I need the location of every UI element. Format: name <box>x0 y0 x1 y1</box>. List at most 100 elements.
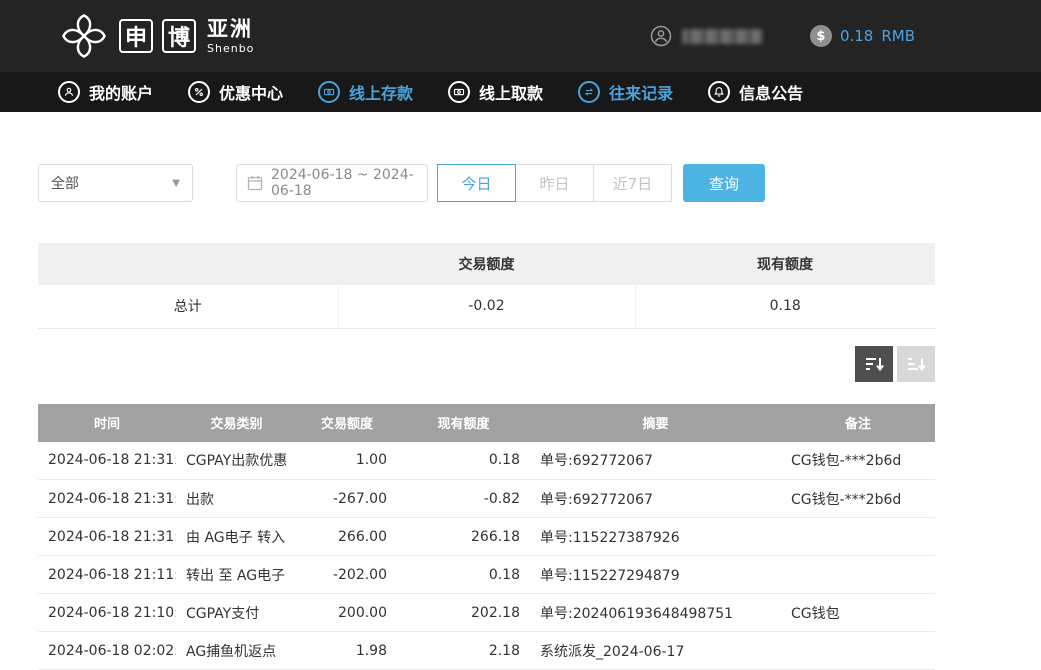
cell-amount: -267.00 <box>297 480 397 518</box>
cell-type: AG捕鱼机返点 <box>176 632 297 670</box>
cell-balance: -0.82 <box>397 480 530 518</box>
brand-subtitle: Shenbo <box>207 43 254 54</box>
records-header-remark: 备注 <box>781 404 935 442</box>
cell-type: CGPAY支付 <box>176 594 297 632</box>
nav-item-label: 我的账户 <box>89 80 153 104</box>
cell-summary: 系统派发_2024-06-17 <box>530 632 781 670</box>
balance[interactable]: $ 0.18 RMB <box>810 25 915 47</box>
flower-logo-icon <box>58 10 110 62</box>
nav-item-announcements[interactable]: 信息公告 <box>708 80 803 104</box>
brand-region: 亚洲 <box>207 19 254 40</box>
sort-controls <box>38 346 935 382</box>
nav-item-online-withdraw[interactable]: 线上取款 <box>448 80 543 104</box>
cell-balance: 0.18 <box>397 442 530 480</box>
calendar-icon <box>247 175 263 191</box>
cell-remark: CG钱包 <box>781 594 935 632</box>
cell-summary: 单号:692772067 <box>530 442 781 480</box>
cell-type: 出款 <box>176 480 297 518</box>
summary-header-empty <box>38 243 338 285</box>
date-range-input[interactable]: 2024-06-18 ~ 2024-06-18 <box>236 164 428 202</box>
content: 全部 ▼ 2024-06-18 ~ 2024-06-18 今日 昨日 近7日 查… <box>38 164 935 670</box>
nav-item-online-deposit[interactable]: 线上存款 <box>318 80 413 104</box>
records-table-body: 2024-06-18 21:31:42CGPAY出款优惠1.000.18单号:6… <box>38 442 935 670</box>
chevron-down-icon: ▼ <box>172 178 180 189</box>
sort-ascending-icon <box>906 355 926 373</box>
brand-logo[interactable]: 申 博 亚洲 Shenbo <box>58 10 254 62</box>
nav-item-promo-center[interactable]: 优惠中心 <box>188 80 283 104</box>
cell-time: 2024-06-18 21:31:42 <box>38 442 176 480</box>
nav-item-my-account[interactable]: 我的账户 <box>58 80 153 104</box>
sort-descending-icon <box>864 355 884 373</box>
cell-summary: 单号:202406193648498751 <box>530 594 781 632</box>
sort-ascending-button[interactable] <box>897 346 935 382</box>
cell-remark <box>781 632 935 670</box>
summary-header-row: 交易额度 现有额度 <box>38 243 935 285</box>
summary-balance-total: 0.18 <box>635 285 935 328</box>
type-select-value: 全部 <box>51 173 79 193</box>
nav-item-label: 往来记录 <box>609 80 673 104</box>
table-row: 2024-06-18 02:02:03AG捕鱼机返点1.982.18系统派发_2… <box>38 632 935 670</box>
cell-time: 2024-06-18 21:10:51 <box>38 594 176 632</box>
table-row: 2024-06-18 21:11:22转出 至 AG电子-202.000.18单… <box>38 556 935 594</box>
summary-transaction-total: -0.02 <box>338 285 635 328</box>
filter-row: 全部 ▼ 2024-06-18 ~ 2024-06-18 今日 昨日 近7日 查… <box>38 164 935 202</box>
nav-item-label: 优惠中心 <box>219 80 283 104</box>
table-row: 2024-06-18 21:31:42出款-267.00-0.82单号:6927… <box>38 480 935 518</box>
sort-descending-button[interactable] <box>855 346 893 382</box>
quick-range-today-button[interactable]: 今日 <box>437 164 516 202</box>
balance-currency: RMB <box>881 27 915 45</box>
cell-time: 2024-06-18 21:11:22 <box>38 556 176 594</box>
records-header-type: 交易类别 <box>176 404 297 442</box>
cell-remark <box>781 518 935 556</box>
cell-remark: CG钱包-***2b6d <box>781 442 935 480</box>
cell-amount: 1.98 <box>297 632 397 670</box>
user-icon <box>650 25 672 47</box>
username-masked <box>682 29 762 44</box>
type-select[interactable]: 全部 ▼ <box>38 164 193 202</box>
records-header-row: 时间 交易类别 交易额度 现有额度 摘要 备注 <box>38 404 935 442</box>
summary-table: 交易额度 现有额度 总计 -0.02 0.18 <box>38 243 935 329</box>
bell-icon <box>708 81 730 103</box>
top-header: 申 博 亚洲 Shenbo $ 0.18 RMB <box>0 0 1041 72</box>
cell-type: 转出 至 AG电子 <box>176 556 297 594</box>
user-account[interactable] <box>650 25 762 47</box>
summary-total-label: 总计 <box>38 285 338 328</box>
promo-icon <box>188 81 210 103</box>
search-button[interactable]: 查询 <box>683 164 765 202</box>
nav-item-label: 信息公告 <box>739 80 803 104</box>
currency-icon: $ <box>810 25 832 47</box>
brand-text: 亚洲 Shenbo <box>207 19 254 54</box>
quick-range-yesterday-button[interactable]: 昨日 <box>515 164 594 202</box>
cell-time: 2024-06-18 21:31:13 <box>38 518 176 556</box>
header-right: $ 0.18 RMB <box>650 25 1041 47</box>
cell-balance: 266.18 <box>397 518 530 556</box>
cell-amount: 1.00 <box>297 442 397 480</box>
brand-char-bo: 博 <box>162 19 196 53</box>
records-header-summary: 摘要 <box>530 404 781 442</box>
nav-item-label: 线上存款 <box>349 80 413 104</box>
cell-time: 2024-06-18 21:31:42 <box>38 480 176 518</box>
records-table: 时间 交易类别 交易额度 现有额度 摘要 备注 2024-06-18 21:31… <box>38 404 935 670</box>
deposit-icon <box>318 81 340 103</box>
user-icon <box>58 81 80 103</box>
cell-type: CGPAY出款优惠 <box>176 442 297 480</box>
records-header-balance: 现有额度 <box>397 404 530 442</box>
records-header-time: 时间 <box>38 404 176 442</box>
summary-header-balance: 现有额度 <box>635 243 935 285</box>
cell-amount: 200.00 <box>297 594 397 632</box>
cell-balance: 2.18 <box>397 632 530 670</box>
brand-char-shen: 申 <box>119 19 153 53</box>
cell-time: 2024-06-18 02:02:03 <box>38 632 176 670</box>
summary-total-row: 总计 -0.02 0.18 <box>38 285 935 328</box>
cell-remark: CG钱包-***2b6d <box>781 480 935 518</box>
records-header-amount: 交易额度 <box>297 404 397 442</box>
cell-balance: 202.18 <box>397 594 530 632</box>
withdraw-icon <box>448 81 470 103</box>
quick-range-7days-button[interactable]: 近7日 <box>593 164 672 202</box>
nav-item-transaction-records[interactable]: 往来记录 <box>578 80 673 104</box>
nav-item-label: 线上取款 <box>479 80 543 104</box>
cell-balance: 0.18 <box>397 556 530 594</box>
cell-amount: -202.00 <box>297 556 397 594</box>
records-icon <box>578 81 600 103</box>
page: 申 博 亚洲 Shenbo $ 0.18 RMB <box>0 0 1041 670</box>
